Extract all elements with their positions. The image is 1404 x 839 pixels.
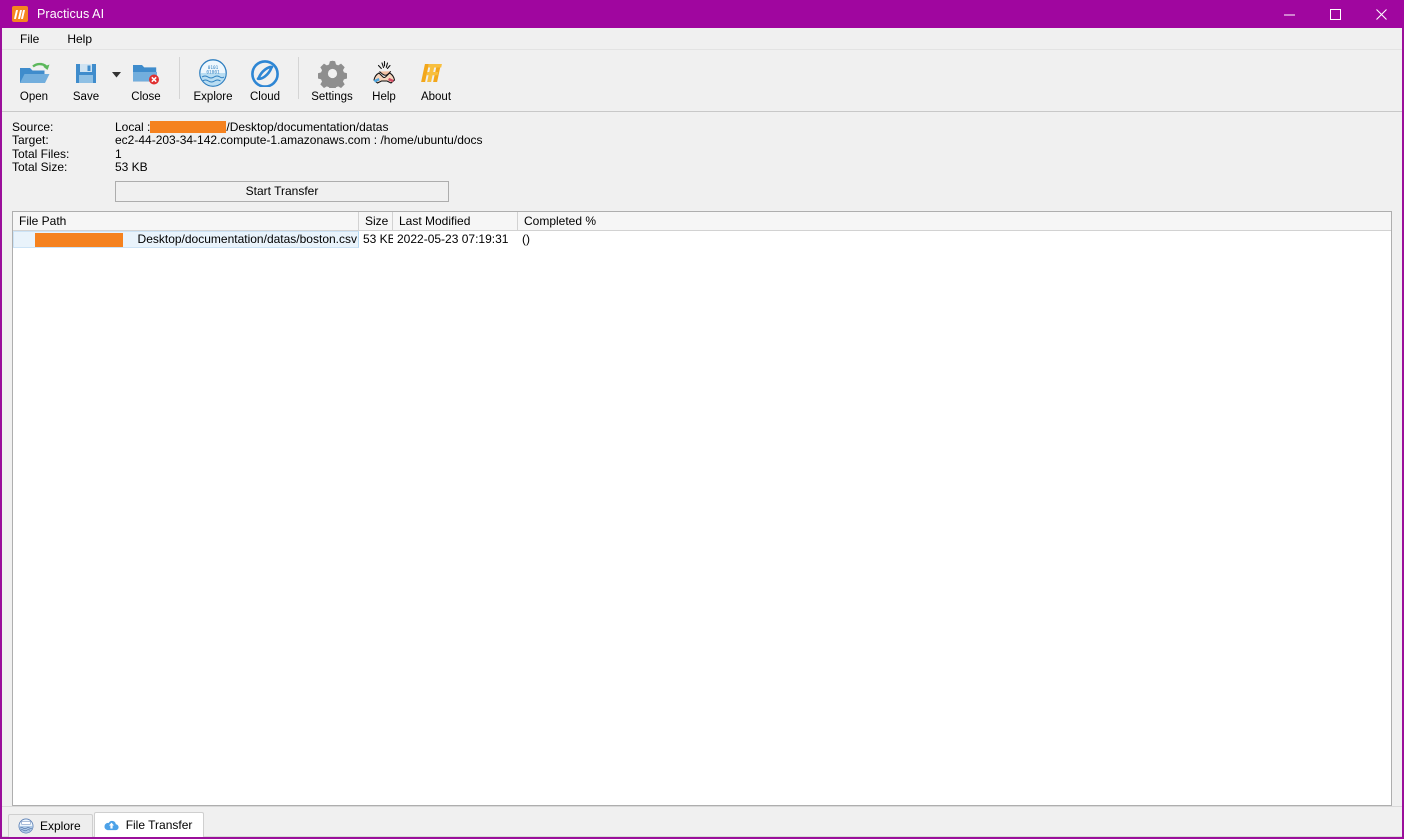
tab-explore-label: Explore: [40, 819, 81, 833]
redaction-block-source: [150, 121, 226, 133]
cell-file-path-text: Desktop/documentation/datas/boston.csv: [138, 232, 357, 246]
column-header-size[interactable]: Size: [359, 212, 393, 231]
info-row-total-size: Total Size: 53 KB: [12, 160, 1402, 173]
toolbar-label-settings: Settings: [311, 91, 353, 103]
info-row-source: Source: Local : /Desktop/documentation/d…: [12, 120, 1402, 133]
table-header-row: File Path Size Last Modified Completed %: [13, 212, 1391, 231]
column-header-last-modified[interactable]: Last Modified: [393, 212, 518, 231]
cloud-upload-icon: [103, 817, 120, 834]
toolbar: Open Save: [2, 50, 1402, 112]
toolbar-label-about: About: [421, 91, 451, 103]
info-value-total-files: 1: [115, 147, 122, 161]
toolbar-separator-1: [179, 57, 180, 99]
info-value-target: ec2-44-203-34-142.compute-1.amazonaws.co…: [115, 133, 483, 147]
transfer-info-panel: Source: Local : /Desktop/documentation/d…: [2, 112, 1402, 206]
toolbar-label-cloud: Cloud: [250, 91, 280, 103]
file-list-table: File Path Size Last Modified Completed %…: [12, 211, 1392, 806]
info-row-total-files: Total Files: 1: [12, 147, 1402, 160]
menu-item-help[interactable]: Help: [57, 30, 102, 48]
info-label-source: Source:: [12, 120, 115, 134]
toolbar-button-close[interactable]: Close: [120, 53, 172, 103]
toolbar-button-cloud[interactable]: Cloud: [239, 53, 291, 103]
toolbar-button-settings[interactable]: Settings: [306, 53, 358, 103]
close-icon[interactable]: [1358, 0, 1404, 28]
cell-last-modified: 2022-05-23 07:19:31: [393, 231, 518, 248]
column-header-completed[interactable]: Completed %: [518, 212, 1391, 231]
close-folder-icon: [126, 56, 166, 90]
save-floppy-icon: [66, 56, 106, 90]
menu-item-file[interactable]: File: [10, 30, 49, 48]
gear-icon: [312, 56, 352, 90]
app-window: Practicus AI File Help: [0, 0, 1404, 839]
info-value-source: Local : /Desktop/documentation/datas: [115, 120, 388, 134]
toolbar-label-open: Open: [20, 91, 48, 103]
table-row[interactable]: Desktop/documentation/datas/boston.csv 5…: [13, 231, 1391, 248]
handshake-icon: [364, 56, 404, 90]
redaction-block-file-path: [35, 233, 123, 248]
bottom-tab-bar: Explore File Transfer: [2, 806, 1402, 837]
toolbar-label-help: Help: [372, 91, 396, 103]
info-label-target: Target:: [12, 133, 115, 147]
source-prefix: Local :: [115, 120, 150, 134]
column-header-file-path[interactable]: File Path: [13, 212, 359, 231]
tab-file-transfer-label: File Transfer: [126, 818, 193, 832]
svg-text:01001: 01001: [206, 69, 220, 75]
tab-explore[interactable]: Explore: [8, 814, 93, 837]
start-transfer-button[interactable]: Start Transfer: [115, 181, 449, 202]
minimize-icon[interactable]: [1266, 0, 1312, 28]
tab-file-transfer[interactable]: File Transfer: [94, 812, 205, 837]
explore-data-icon: 0101 01001: [193, 56, 233, 90]
maximize-icon[interactable]: [1312, 0, 1358, 28]
toolbar-label-close: Close: [131, 91, 160, 103]
app-logo-icon: [12, 6, 28, 22]
cloud-icon: [245, 56, 285, 90]
info-value-total-size: 53 KB: [115, 160, 148, 174]
window-controls: [1266, 0, 1404, 28]
toolbar-button-save[interactable]: Save: [60, 53, 112, 103]
cell-completed: (): [518, 231, 1391, 248]
info-row-target: Target: ec2-44-203-34-142.compute-1.amaz…: [12, 133, 1402, 146]
toolbar-button-explore[interactable]: 0101 01001 Explore: [187, 53, 239, 103]
toolbar-button-about[interactable]: About: [410, 53, 462, 103]
info-label-total-size: Total Size:: [12, 160, 115, 174]
cell-size: 53 KB: [359, 231, 393, 248]
toolbar-button-open[interactable]: Open: [8, 53, 60, 103]
toolbar-button-help[interactable]: Help: [358, 53, 410, 103]
practicus-logo-icon: [416, 56, 456, 90]
menu-bar: File Help: [2, 28, 1402, 50]
explore-data-icon: [17, 818, 34, 835]
title-bar: Practicus AI: [0, 0, 1404, 28]
info-label-total-files: Total Files:: [12, 147, 115, 161]
start-transfer-button-wrapper: Start Transfer: [12, 174, 1402, 202]
window-title: Practicus AI: [37, 7, 104, 21]
toolbar-separator-2: [298, 57, 299, 99]
open-folder-icon: [14, 56, 54, 90]
toolbar-label-save: Save: [73, 91, 99, 103]
source-path: /Desktop/documentation/datas: [226, 120, 388, 134]
toolbar-label-explore: Explore: [194, 91, 233, 103]
cell-file-path[interactable]: Desktop/documentation/datas/boston.csv: [13, 231, 359, 248]
